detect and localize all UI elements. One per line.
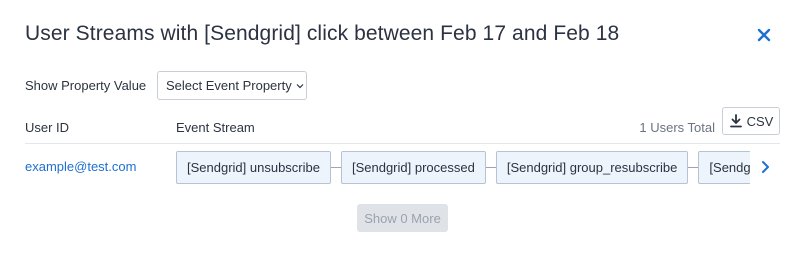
event-chip[interactable]: [Sendgrid] processed [340,150,486,184]
users-total-count: 1 Users Total [639,120,715,135]
header-divider [25,143,780,144]
close-icon [757,28,771,42]
modal-title: User Streams with [Sendgrid] click betwe… [25,22,620,45]
show-more-button[interactable]: Show 0 More [357,204,448,232]
chevron-right-icon [761,161,769,173]
scroll-right-button[interactable] [757,158,773,176]
csv-export-button[interactable]: CSV [722,107,780,135]
property-label: Show Property Value [25,78,147,93]
event-connector [688,166,699,168]
column-header-event-stream: Event Stream [176,120,255,135]
event-connector [330,166,341,168]
csv-button-label: CSV [746,113,774,129]
event-chip[interactable]: [Sendgrid] group_resubscribe [495,150,689,184]
close-button[interactable] [754,25,774,45]
column-header-user-id: User ID [25,120,70,135]
event-stream-track: [Sendgrid] unsubscribe [Sendgrid] proces… [176,150,750,184]
event-chip[interactable]: [Sendgrid] open [698,150,750,184]
event-stream-viewport[interactable]: [Sendgrid] unsubscribe [Sendgrid] proces… [176,150,750,184]
event-property-select[interactable]: Select Event Property [157,71,307,100]
download-icon [729,114,742,128]
event-connector [485,166,496,168]
user-id-link[interactable]: example@test.com [25,159,136,174]
event-property-select-value: Select Event Property [166,78,292,93]
event-chip[interactable]: [Sendgrid] unsubscribe [176,150,331,184]
chevron-down-icon [296,83,304,89]
